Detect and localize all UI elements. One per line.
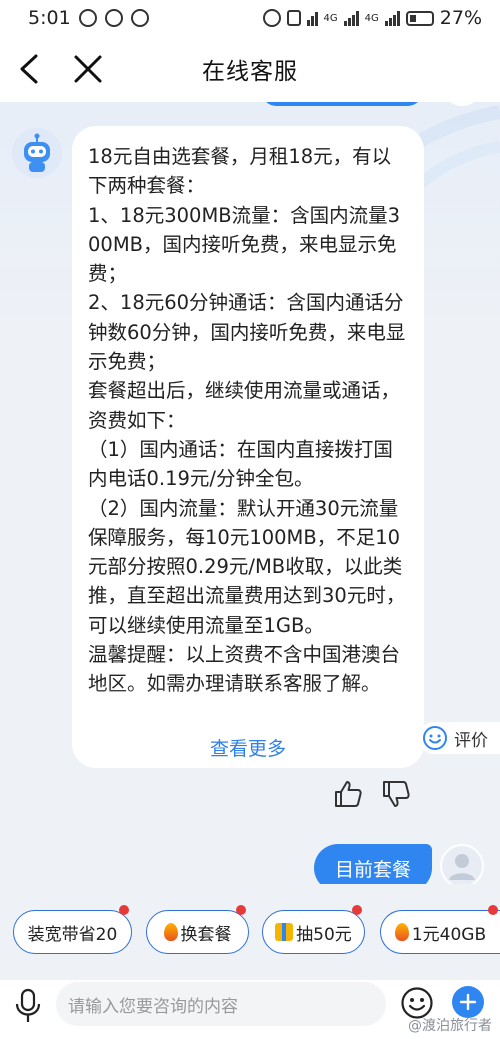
- watermark-text: @渡泊旅行者: [408, 1018, 492, 1034]
- input-bar: 请输入您要咨询的内容 @渡泊旅行者: [0, 980, 500, 1039]
- vibrate-icon: [286, 10, 301, 26]
- quick-chip-label: 装宽带省20: [27, 924, 118, 945]
- alarm-icon: [262, 9, 281, 27]
- plus-icon: [459, 993, 477, 1011]
- add-button[interactable]: [452, 986, 484, 1018]
- quick-chip-change-plan[interactable]: 换套餐: [146, 905, 249, 954]
- rate-label: 评价: [454, 730, 488, 751]
- header: 在线客服: [0, 36, 500, 102]
- quick-chip-label: 抽50元: [296, 924, 352, 945]
- battery-icon: [405, 10, 434, 26]
- status-right: 4G 4G 27%: [262, 7, 482, 29]
- quick-chip-label: 1元40GB: [411, 924, 487, 945]
- signal-icon-b: [384, 10, 400, 26]
- new-badge-dot: [352, 905, 362, 915]
- battery-percent: 27%: [439, 7, 482, 29]
- previous-user-message: [262, 102, 422, 106]
- microphone-icon[interactable]: [14, 988, 42, 1024]
- see-more-link[interactable]: 查看更多: [72, 734, 424, 761]
- message-input[interactable]: 请输入您要咨询的内容: [56, 982, 386, 1026]
- thumbs-up-icon[interactable]: [332, 778, 364, 810]
- gift-icon: [275, 923, 294, 941]
- new-badge-dot: [236, 905, 246, 915]
- fire-icon: [394, 923, 409, 941]
- notification-icon: [78, 9, 97, 27]
- signal-icon-a: [343, 10, 359, 26]
- bot-message-bubble: 18元自由选套餐，月租18元，有以下两种套餐： 1、18元300MB流量：含国内…: [72, 126, 424, 768]
- quick-chip-label: 换套餐: [180, 924, 232, 945]
- user-avatar: [440, 844, 484, 884]
- wifi-icon: [306, 10, 318, 26]
- network-label-b: 4G: [364, 12, 379, 24]
- message-input-placeholder: 请输入您要咨询的内容: [68, 996, 238, 1017]
- bot-avatar-icon: [12, 128, 62, 178]
- user-message-bubble: 目前套餐: [314, 844, 432, 884]
- network-label-a: 4G: [323, 12, 338, 24]
- new-badge-dot: [488, 905, 498, 915]
- user-message-text: 目前套餐: [334, 858, 411, 881]
- rate-button[interactable]: 评价: [418, 722, 500, 754]
- bot-message-text: 18元自由选套餐，月租18元，有以下两种套餐： 1、18元300MB流量：含国内…: [88, 145, 406, 696]
- chat-area[interactable]: 18元自由选套餐，月租18元，有以下两种套餐： 1、18元300MB流量：含国内…: [0, 102, 500, 884]
- quick-chip-data-pack[interactable]: 1元40GB: [380, 905, 500, 954]
- quick-chip-broadband[interactable]: 装宽带省20: [13, 905, 132, 954]
- fire-icon: [163, 923, 178, 941]
- page-title: 在线客服: [202, 59, 298, 85]
- status-time: 5:01: [28, 7, 71, 29]
- smile-icon: [423, 726, 447, 750]
- quick-reply-bar: 装宽带省20 换套餐 抽50元 1元40GB: [0, 884, 500, 980]
- user-avatar-icon: [442, 846, 482, 884]
- quick-chip-lottery[interactable]: 抽50元: [262, 905, 365, 954]
- watermark: @渡泊旅行者: [408, 1015, 492, 1035]
- back-icon[interactable]: [12, 50, 48, 88]
- app-notification-icon: [104, 9, 123, 27]
- status-bar: 5:01 4G 4G 27%: [0, 0, 500, 36]
- thumbs-down-icon[interactable]: [380, 778, 412, 810]
- new-badge-dot: [119, 905, 129, 915]
- close-icon[interactable]: [70, 50, 106, 88]
- status-left: 5:01: [28, 7, 149, 29]
- eye-icon: [130, 9, 149, 27]
